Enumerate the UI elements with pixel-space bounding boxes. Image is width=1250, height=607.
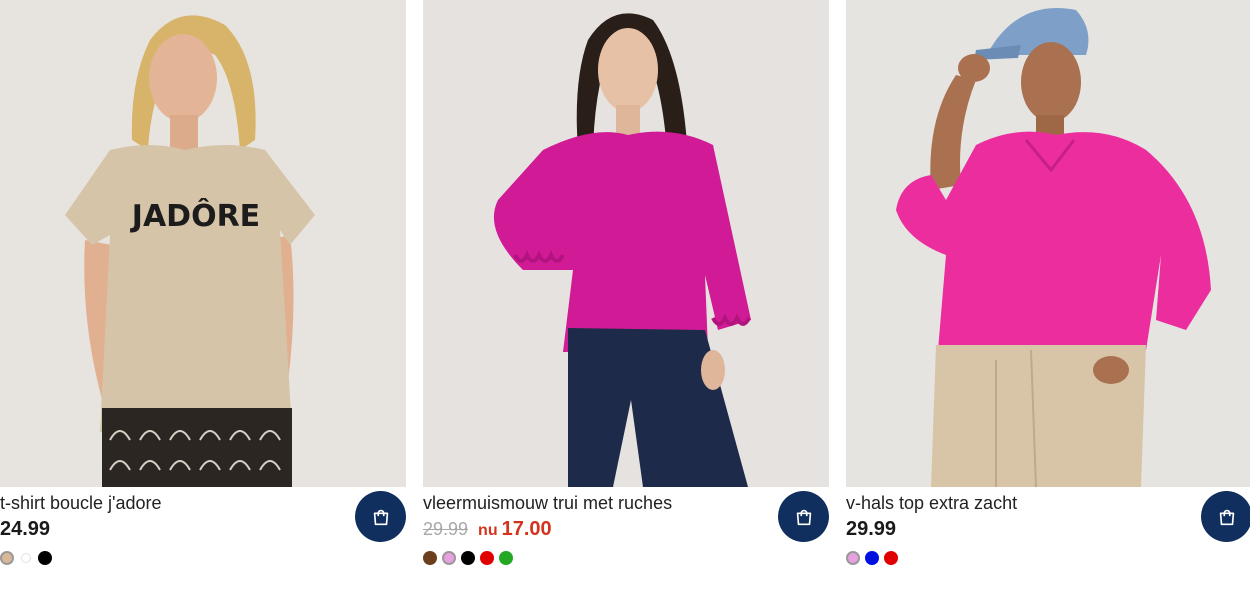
color-swatches [0,551,52,565]
sale-price: 17.00 [501,518,552,540]
product-image[interactable] [423,0,829,487]
product-photo-vneck-top [846,0,1250,487]
product-photo-sweater [423,0,829,487]
shopping-bag-icon [796,509,811,525]
product-title[interactable]: t-shirt boucle j'adore [0,492,162,514]
product-photo-tshirt: JADÔRE [0,0,406,487]
color-swatch-white[interactable] [19,551,33,565]
product-title[interactable]: vleermuismouw trui met ruches [423,492,672,514]
product-image[interactable]: JADÔRE [0,0,406,487]
product-price: 24.99 [0,518,51,540]
product-card[interactable]: vleermuismouw trui met ruches 29.99 nu 17.… [423,0,829,607]
color-swatch-blue[interactable] [865,551,879,565]
color-swatch-red[interactable] [480,551,494,565]
color-swatch-green[interactable] [499,551,513,565]
color-swatch-tan[interactable] [0,551,14,565]
product-card[interactable]: JADÔRE t-shirt boucle j'adore 24.99 [0,0,406,607]
product-card[interactable]: v-hals top extra zacht 29.99 [846,0,1250,607]
print-text: JADÔRE [130,197,260,234]
shopping-bag-icon [373,509,388,525]
shopping-bag-icon [1219,509,1234,525]
color-swatch-pink[interactable] [442,551,456,565]
product-price: 29.99 [846,518,897,540]
color-swatch-brown[interactable] [423,551,437,565]
sale-prefix: nu [478,522,498,539]
add-to-cart-button[interactable] [1201,491,1250,542]
price-row: 24.99 [0,518,50,544]
original-price: 29.99 [423,519,469,539]
color-swatch-black[interactable] [38,551,52,565]
color-swatches [846,551,898,565]
add-to-cart-button[interactable] [355,491,406,542]
color-swatches [423,551,513,565]
color-swatch-pink[interactable] [846,551,860,565]
product-title[interactable]: v-hals top extra zacht [846,492,1017,514]
product-image[interactable] [846,0,1250,487]
color-swatch-black[interactable] [461,551,475,565]
price-row: 29.99 [846,518,896,544]
add-to-cart-button[interactable] [778,491,829,542]
price-row: 29.99 nu 17.00 [423,518,552,544]
color-swatch-red[interactable] [884,551,898,565]
